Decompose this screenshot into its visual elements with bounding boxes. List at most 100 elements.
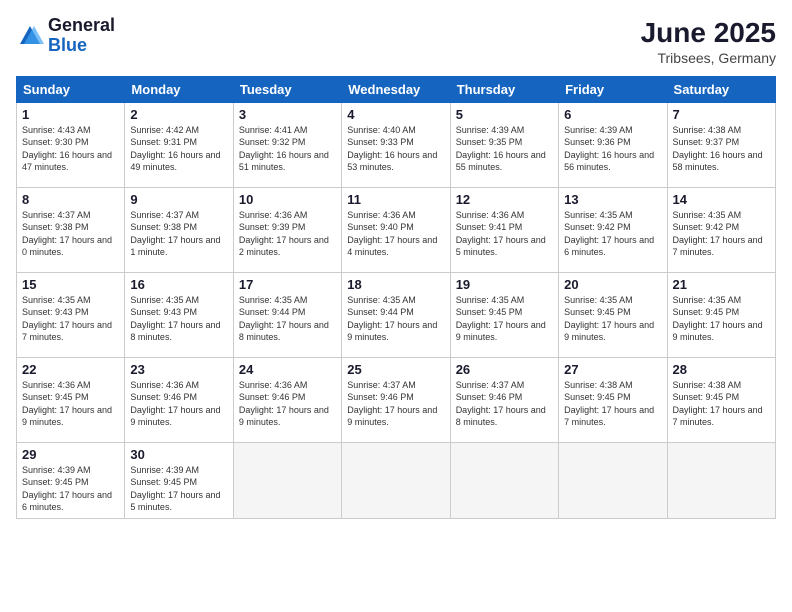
- day-number: 12: [456, 192, 553, 207]
- table-row: 9 Sunrise: 4:37 AMSunset: 9:38 PMDayligh…: [125, 187, 233, 272]
- day-number: 17: [239, 277, 336, 292]
- day-number: 22: [22, 362, 119, 377]
- day-info: Sunrise: 4:37 AMSunset: 9:46 PMDaylight:…: [456, 380, 546, 428]
- month-title: June 2025: [641, 16, 776, 50]
- calendar: Sunday Monday Tuesday Wednesday Thursday…: [16, 76, 776, 519]
- day-info: Sunrise: 4:35 AMSunset: 9:44 PMDaylight:…: [239, 295, 329, 343]
- day-number: 30: [130, 447, 227, 462]
- day-info: Sunrise: 4:35 AMSunset: 9:45 PMDaylight:…: [456, 295, 546, 343]
- table-row: 2 Sunrise: 4:42 AMSunset: 9:31 PMDayligh…: [125, 102, 233, 187]
- day-number: 16: [130, 277, 227, 292]
- table-row: 13 Sunrise: 4:35 AMSunset: 9:42 PMDaylig…: [559, 187, 667, 272]
- day-number: 3: [239, 107, 336, 122]
- table-row: 21 Sunrise: 4:35 AMSunset: 9:45 PMDaylig…: [667, 272, 775, 357]
- day-number: 20: [564, 277, 661, 292]
- day-number: 24: [239, 362, 336, 377]
- day-info: Sunrise: 4:38 AMSunset: 9:45 PMDaylight:…: [673, 380, 763, 428]
- day-info: Sunrise: 4:35 AMSunset: 9:43 PMDaylight:…: [130, 295, 220, 343]
- day-info: Sunrise: 4:40 AMSunset: 9:33 PMDaylight:…: [347, 125, 437, 173]
- table-row: 28 Sunrise: 4:38 AMSunset: 9:45 PMDaylig…: [667, 357, 775, 442]
- day-number: 6: [564, 107, 661, 122]
- day-number: 8: [22, 192, 119, 207]
- day-info: Sunrise: 4:35 AMSunset: 9:44 PMDaylight:…: [347, 295, 437, 343]
- day-number: 5: [456, 107, 553, 122]
- table-row: [233, 442, 341, 518]
- day-info: Sunrise: 4:35 AMSunset: 9:42 PMDaylight:…: [564, 210, 654, 258]
- col-friday: Friday: [559, 76, 667, 102]
- day-number: 4: [347, 107, 444, 122]
- day-info: Sunrise: 4:41 AMSunset: 9:32 PMDaylight:…: [239, 125, 329, 173]
- day-number: 9: [130, 192, 227, 207]
- table-row: 17 Sunrise: 4:35 AMSunset: 9:44 PMDaylig…: [233, 272, 341, 357]
- day-number: 19: [456, 277, 553, 292]
- col-wednesday: Wednesday: [342, 76, 450, 102]
- col-saturday: Saturday: [667, 76, 775, 102]
- page: General Blue June 2025 Tribsees, Germany…: [0, 0, 792, 612]
- day-number: 10: [239, 192, 336, 207]
- day-number: 28: [673, 362, 770, 377]
- col-thursday: Thursday: [450, 76, 558, 102]
- day-number: 29: [22, 447, 119, 462]
- day-info: Sunrise: 4:36 AMSunset: 9:39 PMDaylight:…: [239, 210, 329, 258]
- day-number: 11: [347, 192, 444, 207]
- day-info: Sunrise: 4:35 AMSunset: 9:43 PMDaylight:…: [22, 295, 112, 343]
- table-row: 16 Sunrise: 4:35 AMSunset: 9:43 PMDaylig…: [125, 272, 233, 357]
- table-row: 20 Sunrise: 4:35 AMSunset: 9:45 PMDaylig…: [559, 272, 667, 357]
- day-info: Sunrise: 4:36 AMSunset: 9:41 PMDaylight:…: [456, 210, 546, 258]
- table-row: 12 Sunrise: 4:36 AMSunset: 9:41 PMDaylig…: [450, 187, 558, 272]
- day-info: Sunrise: 4:42 AMSunset: 9:31 PMDaylight:…: [130, 125, 220, 173]
- day-number: 21: [673, 277, 770, 292]
- day-info: Sunrise: 4:37 AMSunset: 9:38 PMDaylight:…: [130, 210, 220, 258]
- col-monday: Monday: [125, 76, 233, 102]
- location: Tribsees, Germany: [641, 50, 776, 66]
- table-row: [342, 442, 450, 518]
- table-row: [450, 442, 558, 518]
- table-row: 24 Sunrise: 4:36 AMSunset: 9:46 PMDaylig…: [233, 357, 341, 442]
- day-info: Sunrise: 4:43 AMSunset: 9:30 PMDaylight:…: [22, 125, 112, 173]
- logo-text: General Blue: [48, 16, 115, 56]
- calendar-header-row: Sunday Monday Tuesday Wednesday Thursday…: [17, 76, 776, 102]
- table-row: 11 Sunrise: 4:36 AMSunset: 9:40 PMDaylig…: [342, 187, 450, 272]
- table-row: 4 Sunrise: 4:40 AMSunset: 9:33 PMDayligh…: [342, 102, 450, 187]
- day-info: Sunrise: 4:38 AMSunset: 9:37 PMDaylight:…: [673, 125, 763, 173]
- logo-icon: [16, 22, 44, 50]
- table-row: 27 Sunrise: 4:38 AMSunset: 9:45 PMDaylig…: [559, 357, 667, 442]
- logo: General Blue: [16, 16, 115, 56]
- table-row: 25 Sunrise: 4:37 AMSunset: 9:46 PMDaylig…: [342, 357, 450, 442]
- table-row: 30 Sunrise: 4:39 AMSunset: 9:45 PMDaylig…: [125, 442, 233, 518]
- day-info: Sunrise: 4:36 AMSunset: 9:45 PMDaylight:…: [22, 380, 112, 428]
- day-info: Sunrise: 4:35 AMSunset: 9:42 PMDaylight:…: [673, 210, 763, 258]
- day-number: 23: [130, 362, 227, 377]
- day-number: 26: [456, 362, 553, 377]
- table-row: 5 Sunrise: 4:39 AMSunset: 9:35 PMDayligh…: [450, 102, 558, 187]
- day-info: Sunrise: 4:39 AMSunset: 9:45 PMDaylight:…: [22, 465, 112, 513]
- day-info: Sunrise: 4:38 AMSunset: 9:45 PMDaylight:…: [564, 380, 654, 428]
- day-number: 15: [22, 277, 119, 292]
- table-row: [667, 442, 775, 518]
- day-info: Sunrise: 4:37 AMSunset: 9:46 PMDaylight:…: [347, 380, 437, 428]
- day-info: Sunrise: 4:39 AMSunset: 9:35 PMDaylight:…: [456, 125, 546, 173]
- day-number: 1: [22, 107, 119, 122]
- table-row: 8 Sunrise: 4:37 AMSunset: 9:38 PMDayligh…: [17, 187, 125, 272]
- day-info: Sunrise: 4:36 AMSunset: 9:46 PMDaylight:…: [130, 380, 220, 428]
- day-info: Sunrise: 4:36 AMSunset: 9:46 PMDaylight:…: [239, 380, 329, 428]
- table-row: 18 Sunrise: 4:35 AMSunset: 9:44 PMDaylig…: [342, 272, 450, 357]
- table-row: [559, 442, 667, 518]
- day-info: Sunrise: 4:35 AMSunset: 9:45 PMDaylight:…: [673, 295, 763, 343]
- table-row: 26 Sunrise: 4:37 AMSunset: 9:46 PMDaylig…: [450, 357, 558, 442]
- header: General Blue June 2025 Tribsees, Germany: [16, 16, 776, 66]
- table-row: 19 Sunrise: 4:35 AMSunset: 9:45 PMDaylig…: [450, 272, 558, 357]
- logo-blue: Blue: [48, 35, 87, 55]
- day-info: Sunrise: 4:36 AMSunset: 9:40 PMDaylight:…: [347, 210, 437, 258]
- day-number: 27: [564, 362, 661, 377]
- table-row: 3 Sunrise: 4:41 AMSunset: 9:32 PMDayligh…: [233, 102, 341, 187]
- table-row: 1 Sunrise: 4:43 AMSunset: 9:30 PMDayligh…: [17, 102, 125, 187]
- day-number: 14: [673, 192, 770, 207]
- col-tuesday: Tuesday: [233, 76, 341, 102]
- table-row: 14 Sunrise: 4:35 AMSunset: 9:42 PMDaylig…: [667, 187, 775, 272]
- day-info: Sunrise: 4:39 AMSunset: 9:45 PMDaylight:…: [130, 465, 220, 513]
- table-row: 15 Sunrise: 4:35 AMSunset: 9:43 PMDaylig…: [17, 272, 125, 357]
- day-number: 2: [130, 107, 227, 122]
- title-block: June 2025 Tribsees, Germany: [641, 16, 776, 66]
- day-info: Sunrise: 4:37 AMSunset: 9:38 PMDaylight:…: [22, 210, 112, 258]
